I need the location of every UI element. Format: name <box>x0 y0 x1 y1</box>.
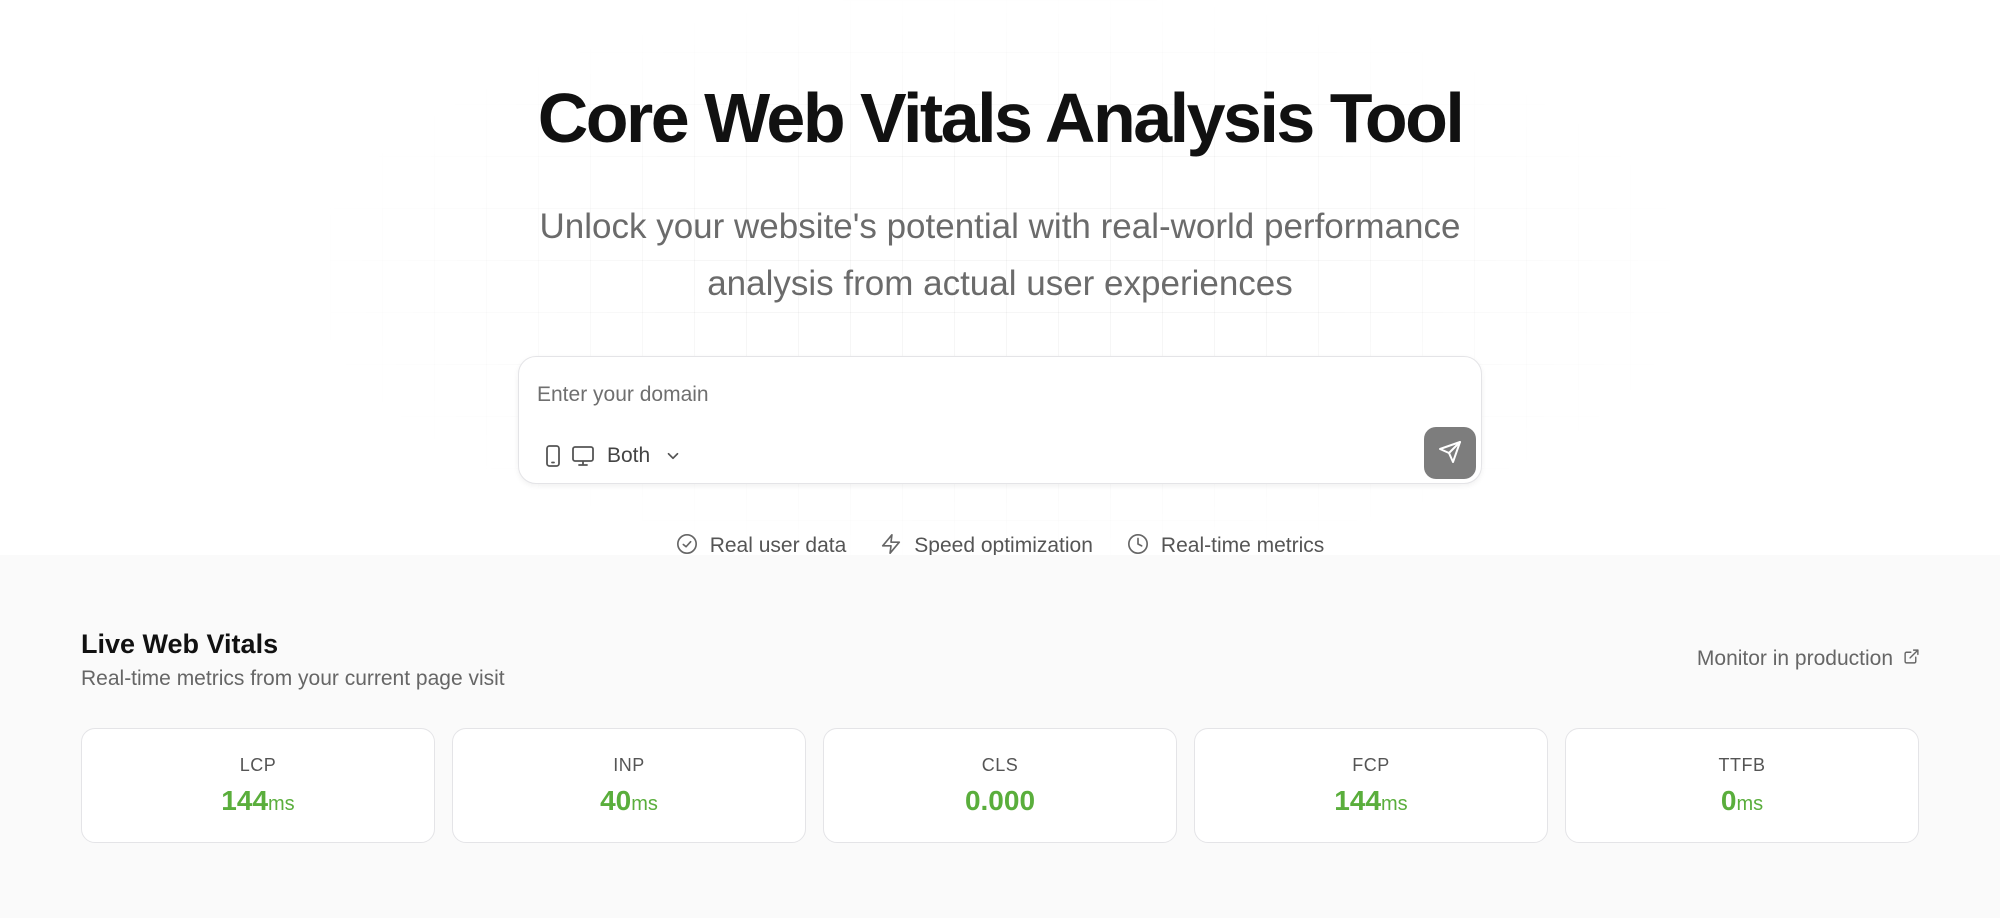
metric-number: 0.000 <box>964 785 1036 816</box>
monitor-link-label: Monitor in production <box>1696 647 1893 670</box>
monitor-icon <box>571 444 595 468</box>
monitor-in-production-link[interactable]: Monitor in production <box>1697 647 1920 671</box>
hero-section: Core Web Vitals Analysis Tool Unlock you… <box>0 0 2000 555</box>
device-select[interactable]: Both <box>543 438 682 474</box>
metric-number: 144 <box>221 785 269 816</box>
metric-number: 0 <box>1720 785 1737 816</box>
metric-unit: ms <box>268 793 295 815</box>
metric-value: 144ms <box>1195 785 1547 817</box>
device-select-label: Both <box>607 444 651 467</box>
domain-search-card: Both <box>518 356 1482 484</box>
metric-unit: ms <box>631 793 658 815</box>
analyze-submit-button[interactable] <box>1424 427 1476 479</box>
metric-value: 144ms <box>82 785 434 817</box>
section-title: Live Web Vitals <box>81 629 279 659</box>
metric-card-ttfb: TTFB 0ms <box>1565 728 1919 843</box>
subtitle-line-2: analysis from actual user experiences <box>707 264 1293 303</box>
metric-value: 40ms <box>453 785 805 817</box>
metric-number: 40 <box>600 785 632 816</box>
chevron-down-icon <box>664 447 682 465</box>
page-title: Core Web Vitals Analysis Tool <box>537 79 1465 157</box>
metric-name: FCP <box>1352 755 1390 775</box>
metric-card-inp: INP 40ms <box>452 728 806 843</box>
external-link-icon <box>1903 647 1920 671</box>
metric-unit: ms <box>1381 793 1408 815</box>
metric-value: 0ms <box>1566 785 1918 817</box>
metric-unit: ms <box>1736 793 1764 815</box>
metric-card-cls: CLS 0.000 <box>823 728 1177 843</box>
metric-name: LCP <box>239 755 277 775</box>
live-web-vitals-section: Live Web Vitals Real-time metrics from y… <box>0 555 2000 918</box>
section-subtitle: Real-time metrics from your current page… <box>81 667 505 690</box>
page-subtitle: Unlock your website's potential with rea… <box>500 198 1500 312</box>
metric-name: CLS <box>981 755 1019 775</box>
metric-card-lcp: LCP 144ms <box>81 728 435 843</box>
metric-name: TTFB <box>1718 755 1766 775</box>
subtitle-line-1: Unlock your website's potential with rea… <box>539 207 1461 246</box>
metric-name: INP <box>613 755 645 775</box>
domain-input[interactable] <box>537 373 1417 417</box>
metric-value: 0.000 <box>824 785 1176 817</box>
send-icon <box>1438 440 1462 467</box>
metric-card-fcp: FCP 144ms <box>1194 728 1548 843</box>
metric-number: 144 <box>1334 785 1382 816</box>
phone-icon <box>543 444 563 468</box>
